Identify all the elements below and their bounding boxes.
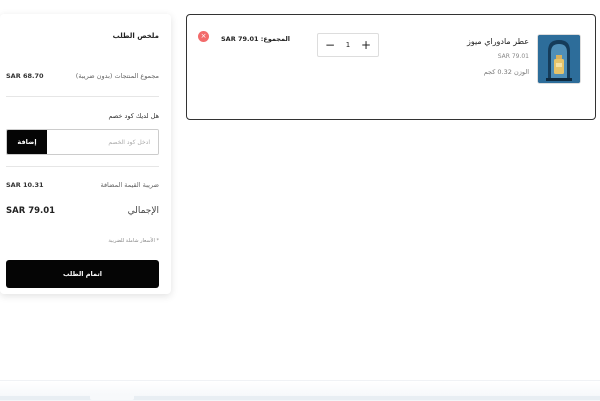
total-value: SAR 79.01 xyxy=(6,206,56,216)
quantity-value[interactable]: 1 xyxy=(346,41,350,49)
coupon-form: إضافة xyxy=(6,129,159,155)
quantity-stepper: − 1 + xyxy=(317,33,379,57)
increase-quantity-button[interactable]: + xyxy=(360,39,372,51)
coupon-label: هل لديك كود خصم xyxy=(108,112,159,120)
footer-decoration xyxy=(90,394,134,400)
total-label: الإجمالي xyxy=(127,206,159,216)
divider xyxy=(6,166,159,167)
line-total: المجموع: SAR 79.01 xyxy=(221,35,290,43)
total-row: SAR 79.01 الإجمالي xyxy=(6,206,159,216)
tax-note: * الأسعار شاملة للضريبة xyxy=(108,238,159,244)
divider xyxy=(6,96,159,97)
cart-item-card: عطر مادوراي ميوز SAR 79.01 الوزن 0.32 كج… xyxy=(186,14,596,120)
checkout-button[interactable]: اتمام الطلب xyxy=(6,260,159,288)
perfume-bottle-icon xyxy=(538,35,580,83)
order-summary-title: ملخص الطلب xyxy=(112,32,159,40)
order-summary-panel: ملخص الطلب SAR 68.70 مجموع المنتجات (بدو… xyxy=(0,14,171,294)
vat-value: SAR 10.31 xyxy=(6,181,44,189)
vat-row: SAR 10.31 ضريبة القيمة المضافة xyxy=(6,181,159,189)
subtotal-label: مجموع المنتجات (بدون ضريبة) xyxy=(75,72,159,80)
product-price: SAR 79.01 xyxy=(497,53,529,60)
vat-label: ضريبة القيمة المضافة xyxy=(100,181,159,189)
apply-coupon-button[interactable]: إضافة xyxy=(7,130,47,154)
product-name[interactable]: عطر مادوراي ميوز xyxy=(467,37,529,46)
product-weight: الوزن 0.32 كجم xyxy=(483,68,529,76)
product-thumbnail[interactable] xyxy=(537,34,581,84)
decrease-quantity-button[interactable]: − xyxy=(324,39,336,51)
subtotal-value: SAR 68.70 xyxy=(6,72,44,80)
subtotal-row: SAR 68.70 مجموع المنتجات (بدون ضريبة) xyxy=(6,72,159,80)
coupon-input[interactable] xyxy=(47,130,158,154)
remove-item-button[interactable]: × xyxy=(198,31,209,42)
